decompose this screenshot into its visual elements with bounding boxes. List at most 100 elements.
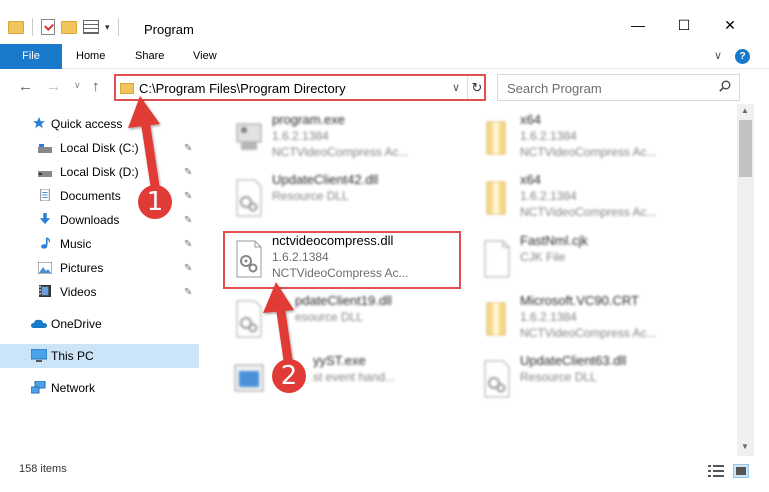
folder-icon (120, 83, 134, 94)
folder-icon (486, 181, 506, 215)
exe-file-icon (236, 123, 262, 150)
customize-toolbar-dropdown-icon[interactable]: ▾ (105, 22, 110, 33)
star-icon (33, 117, 45, 129)
file-name: yyST.exe (313, 353, 366, 368)
properties-icon[interactable] (83, 20, 99, 34)
title-bar: ▾ Program — ☐ ✕ (0, 0, 769, 44)
music-icon (41, 237, 51, 249)
sidebar-item-quick-access[interactable]: Quick access (0, 112, 199, 136)
scroll-down-icon[interactable]: ▼ (741, 442, 749, 451)
file-item[interactable]: yyST.exe st event hand... (225, 353, 465, 413)
sidebar-item-local-disk-d[interactable]: Local Disk (D:) ✎ (0, 160, 199, 184)
maximize-button[interactable]: ☐ (677, 18, 691, 32)
sidebar-item-this-pc[interactable]: This PC (0, 344, 199, 368)
file-item[interactable]: UpdateClient63.dll Resource DLL (473, 353, 713, 413)
file-description: NCTVideoCompress Ac... (272, 145, 409, 159)
file-description: NCTVideoCompress Ac... (520, 326, 657, 340)
sidebar-item-label: Documents (60, 189, 121, 203)
pin-icon[interactable]: ✎ (184, 263, 192, 274)
file-description: esource DLL (295, 310, 364, 324)
file-description: CJK File (520, 250, 566, 264)
file-description: NCTVideoCompress Ac... (520, 145, 657, 159)
new-folder-icon[interactable] (61, 20, 77, 34)
cloud-icon (31, 319, 47, 328)
documents-icon (40, 189, 50, 201)
file-description: st event hand... (313, 370, 396, 384)
search-input[interactable]: Search Program (497, 74, 740, 101)
generic-file-icon (484, 240, 510, 278)
expand-ribbon-chevron-icon[interactable]: ∨ (714, 49, 722, 62)
sidebar-item-local-disk-c[interactable]: Local Disk (C:) ✎ (0, 136, 199, 160)
recent-locations-dropdown[interactable]: ∨ (74, 80, 81, 91)
file-description: NCTVideoCompress Ac... (520, 205, 657, 219)
file-name: x64 (520, 172, 541, 187)
pin-icon[interactable]: ✎ (184, 287, 192, 298)
vertical-scrollbar[interactable]: ▲ ▼ (737, 104, 754, 456)
sidebar-item-onedrive[interactable]: OneDrive (0, 312, 199, 336)
file-item[interactable]: Microsoft.VC90.CRT 1.6.2.1384 NCTVideoCo… (473, 293, 713, 353)
sidebar-item-label: OneDrive (51, 317, 102, 331)
address-bar[interactable]: C:\Program Files\Program Directory ∨ ↻ (114, 74, 486, 101)
file-name: x64 (520, 112, 541, 127)
pin-icon[interactable]: ✎ (184, 239, 192, 250)
pin-icon[interactable]: ✎ (184, 215, 192, 226)
pin-icon[interactable]: ✎ (184, 167, 192, 178)
properties-check-icon[interactable] (41, 19, 55, 35)
toolbar-divider (117, 18, 119, 36)
sidebar-item-pictures[interactable]: Pictures ✎ (0, 256, 199, 280)
sidebar-item-music[interactable]: Music ✎ (0, 232, 199, 256)
highlight-frame (223, 231, 461, 289)
file-name: pdateClient19.dll (295, 293, 392, 308)
back-button[interactable]: ← (18, 78, 33, 95)
search-icon[interactable] (719, 80, 731, 92)
pictures-icon (38, 262, 52, 274)
sidebar-item-label: Pictures (60, 261, 104, 275)
help-icon[interactable]: ? (735, 49, 750, 64)
file-item[interactable]: pdateClient19.dll esource DLL (225, 293, 465, 353)
forward-button[interactable]: → (46, 78, 61, 95)
download-icon (39, 213, 51, 225)
address-history-chevron-icon[interactable]: ∨ (452, 81, 460, 94)
sidebar-item-label: Network (51, 381, 96, 395)
scrollbar-thumb[interactable] (739, 120, 752, 177)
file-name: FastNml.cjk (520, 233, 588, 248)
status-bar: 158 items (0, 458, 769, 484)
dll-file-icon (236, 300, 262, 338)
pin-icon[interactable]: ✎ (184, 143, 192, 154)
sidebar-item-label: Videos (60, 285, 97, 299)
tab-view[interactable]: View (193, 44, 217, 69)
file-name: program.exe (272, 112, 345, 127)
details-view-icon[interactable] (708, 464, 724, 478)
drive-icon (38, 144, 52, 153)
pin-icon[interactable]: ✎ (184, 191, 192, 202)
close-button[interactable]: ✕ (723, 18, 737, 32)
sidebar-item-downloads[interactable]: Downloads ✎ (0, 208, 199, 232)
file-item[interactable]: program.exe 1.6.2.1384 NCTVideoCompress … (225, 112, 465, 172)
navigation-bar: ← → ∨ ↑ C:\Program Files\Program Directo… (0, 70, 769, 104)
file-item[interactable]: x64 1.6.2.1384 NCTVideoCompress Ac... (473, 112, 713, 172)
callout-badge-2: 2 (272, 359, 306, 393)
tab-share[interactable]: Share (135, 44, 164, 69)
scroll-up-icon[interactable]: ▲ (741, 106, 749, 115)
file-item[interactable]: UpdateClient42.dll Resource DLL (225, 172, 465, 232)
minimize-button[interactable]: — (631, 18, 645, 32)
file-version: 1.6.2.1384 (520, 310, 577, 324)
tab-file[interactable]: File (0, 44, 62, 69)
sidebar-item-label: Downloads (60, 213, 120, 227)
file-item[interactable]: FastNml.cjk CJK File (473, 233, 713, 293)
up-button[interactable]: ↑ (92, 78, 100, 95)
sidebar-item-videos[interactable]: Videos ✎ (0, 280, 199, 304)
search-placeholder: Search Program (507, 81, 602, 96)
file-version: 1.6.2.1384 (272, 129, 329, 143)
file-item[interactable]: x64 1.6.2.1384 NCTVideoCompress Ac... (473, 172, 713, 232)
dll-file-icon (236, 179, 262, 217)
network-icon (31, 381, 46, 394)
tab-home[interactable]: Home (76, 44, 105, 69)
sidebar-item-network[interactable]: Network (0, 376, 199, 400)
large-icons-view-icon[interactable] (733, 464, 749, 478)
refresh-button[interactable]: ↻ (467, 76, 486, 99)
sidebar-item-label: Local Disk (D:) (60, 165, 139, 179)
address-path[interactable]: C:\Program Files\Program Directory (139, 81, 346, 96)
callout-badge-1: 1 (138, 185, 172, 219)
navigation-pane: Quick access Local Disk (C:) ✎ Local Dis… (0, 104, 199, 456)
